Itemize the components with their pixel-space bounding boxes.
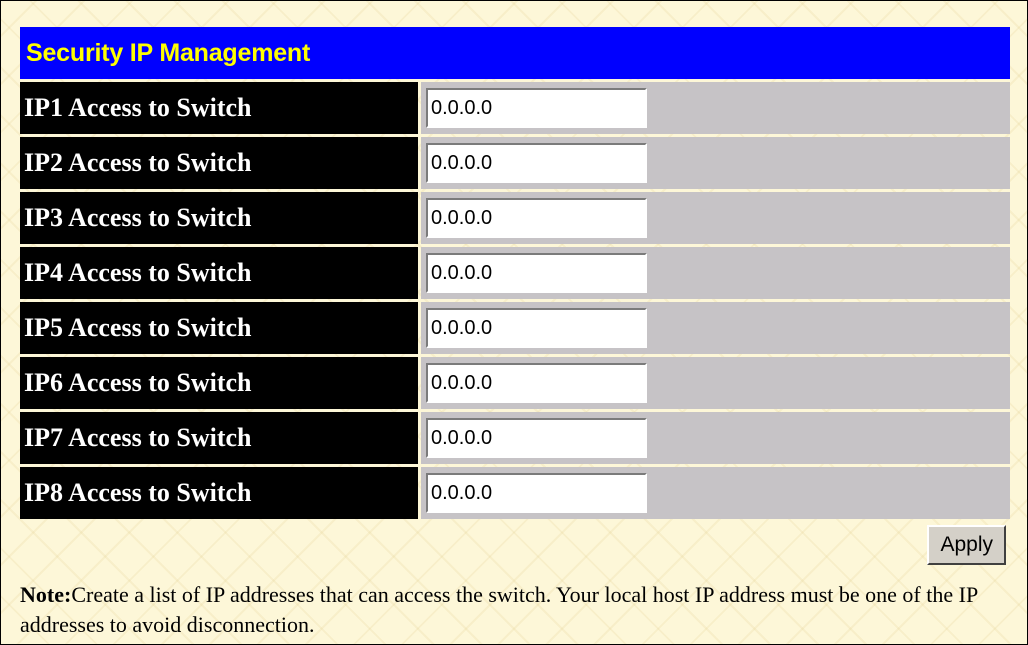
ip8-label: IP8 Access to Switch: [20, 467, 418, 519]
ip8-cell: [421, 467, 1010, 519]
ip2-label: IP2 Access to Switch: [20, 137, 418, 189]
ip5-cell: [421, 302, 1010, 354]
ip1-label: IP1 Access to Switch: [20, 82, 418, 134]
ip8-input[interactable]: [426, 473, 647, 513]
table-row: IP3 Access to Switch: [20, 192, 1010, 244]
table-row: IP8 Access to Switch: [20, 467, 1010, 519]
ip1-input[interactable]: [426, 88, 647, 128]
ip6-input[interactable]: [426, 363, 647, 403]
table-row: IP4 Access to Switch: [20, 247, 1010, 299]
ip3-input[interactable]: [426, 198, 647, 238]
ip7-label: IP7 Access to Switch: [20, 412, 418, 464]
ip4-cell: [421, 247, 1010, 299]
ip7-cell: [421, 412, 1010, 464]
ip4-input[interactable]: [426, 253, 647, 293]
table-row: IP2 Access to Switch: [20, 137, 1010, 189]
ip3-label: IP3 Access to Switch: [20, 192, 418, 244]
table-row: IP6 Access to Switch: [20, 357, 1010, 409]
ip5-label: IP5 Access to Switch: [20, 302, 418, 354]
note-text: Note:Create a list of IP addresses that …: [20, 580, 1010, 640]
apply-button[interactable]: Apply: [927, 525, 1006, 565]
ip2-cell: [421, 137, 1010, 189]
ip6-label: IP6 Access to Switch: [20, 357, 418, 409]
ip5-input[interactable]: [426, 308, 647, 348]
table-row: IP1 Access to Switch: [20, 82, 1010, 134]
note-body: Create a list of IP addresses that can a…: [20, 582, 978, 637]
panel-title: Security IP Management: [20, 27, 1010, 79]
ip3-cell: [421, 192, 1010, 244]
table-row: IP7 Access to Switch: [20, 412, 1010, 464]
table-row: IP5 Access to Switch: [20, 302, 1010, 354]
note-label: Note:: [20, 582, 72, 607]
ip1-cell: [421, 82, 1010, 134]
security-ip-panel: Security IP Management IP1 Access to Swi…: [20, 27, 1010, 565]
ip4-label: IP4 Access to Switch: [20, 247, 418, 299]
ip6-cell: [421, 357, 1010, 409]
ip2-input[interactable]: [426, 143, 647, 183]
ip7-input[interactable]: [426, 418, 647, 458]
